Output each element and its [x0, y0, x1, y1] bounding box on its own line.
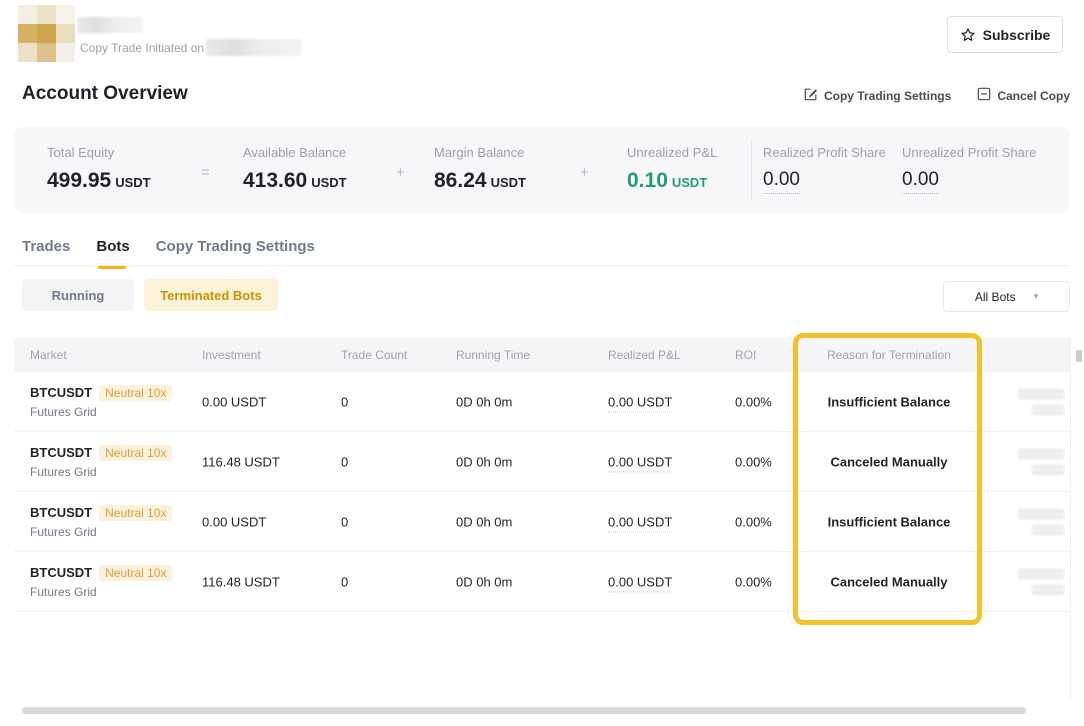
- trader-avatar: [18, 5, 75, 62]
- col-realized-pnl: Realized P&L: [608, 348, 681, 362]
- account-stats-bar: Total Equity 499.95USDT = Available Bala…: [14, 127, 1070, 213]
- horizontal-scrollbar[interactable]: [22, 707, 1026, 714]
- table-right-border: [1070, 338, 1071, 700]
- cancel-copy-link[interactable]: Cancel Copy: [977, 87, 1070, 104]
- table-row: BTCUSDT Neutral 10x Futures Grid 116.48 …: [14, 552, 1070, 612]
- cut-off-content: [1076, 350, 1082, 362]
- market-cell: BTCUSDT Neutral 10x Futures Grid: [30, 505, 172, 539]
- table-row: BTCUSDT Neutral 10x Futures Grid 0.00 US…: [14, 372, 1070, 432]
- plus-operator: +: [396, 164, 405, 181]
- stat-available-balance: Available Balance 413.60USDT: [243, 145, 347, 193]
- leverage-badge: Neutral 10x: [99, 445, 172, 461]
- copy-trading-page: Copy Trade Initiated on Subscribe Accoun…: [0, 0, 1084, 726]
- leverage-badge: Neutral 10x: [99, 505, 172, 521]
- col-running-time: Running Time: [456, 348, 530, 362]
- row-actions-redacted[interactable]: [1018, 448, 1064, 475]
- page-title: Account Overview: [22, 83, 188, 105]
- overview-actions: Copy Trading Settings Cancel Copy: [804, 87, 1070, 104]
- stat-total-equity: Total Equity 499.95USDT: [47, 145, 151, 193]
- subscribe-label: Subscribe: [983, 27, 1051, 43]
- equals-operator: =: [201, 164, 210, 181]
- leverage-badge: Neutral 10x: [99, 565, 172, 581]
- subscribe-button[interactable]: Subscribe: [947, 16, 1063, 53]
- market-cell: BTCUSDT Neutral 10x Futures Grid: [30, 385, 172, 419]
- col-market: Market: [30, 348, 67, 362]
- table-header: Market Investment Trade Count Running Ti…: [14, 338, 1070, 372]
- running-filter-button[interactable]: Running: [22, 279, 134, 311]
- terminated-bots-table: Market Investment Trade Count Running Ti…: [14, 338, 1070, 612]
- row-actions-redacted[interactable]: [1018, 388, 1064, 415]
- stat-realized-profit-share: Realized Profit Share 0.00: [763, 145, 886, 194]
- bots-filter-dropdown[interactable]: All Bots ▾: [943, 281, 1070, 312]
- termination-reason: Canceled Manually: [794, 454, 984, 469]
- market-cell: BTCUSDT Neutral 10x Futures Grid: [30, 565, 172, 599]
- minus-square-icon: [977, 87, 991, 104]
- star-icon: [960, 27, 976, 43]
- initiated-date-redacted: [206, 39, 302, 56]
- termination-reason: Insufficient Balance: [794, 394, 984, 409]
- table-row: BTCUSDT Neutral 10x Futures Grid 116.48 …: [14, 432, 1070, 492]
- col-roi: ROI: [735, 348, 756, 362]
- row-actions-redacted[interactable]: [1018, 508, 1064, 535]
- stats-divider: [751, 140, 752, 200]
- trader-name-redacted: [77, 17, 143, 33]
- termination-reason: Insufficient Balance: [794, 514, 984, 529]
- chevron-down-icon: ▾: [1034, 291, 1039, 302]
- stat-unrealized-pnl: Unrealized P&L 0.10USDT: [627, 145, 717, 193]
- stat-margin-balance: Margin Balance 86.24USDT: [434, 145, 526, 193]
- copy-trading-settings-link[interactable]: Copy Trading Settings: [804, 87, 951, 104]
- col-trade-count: Trade Count: [341, 348, 407, 362]
- stat-unrealized-profit-share: Unrealized Profit Share 0.00: [902, 145, 1036, 194]
- terminated-bots-filter-button[interactable]: Terminated Bots: [144, 279, 278, 311]
- row-actions-redacted[interactable]: [1018, 568, 1064, 595]
- plus-operator: +: [580, 164, 589, 181]
- leverage-badge: Neutral 10x: [99, 385, 172, 401]
- col-investment: Investment: [202, 348, 261, 362]
- table-row: BTCUSDT Neutral 10x Futures Grid 0.00 US…: [14, 492, 1070, 552]
- tabs-divider: [14, 265, 1070, 266]
- edit-icon: [804, 87, 818, 104]
- col-reason: Reason for Termination: [794, 348, 984, 362]
- termination-reason: Canceled Manually: [794, 574, 984, 589]
- copy-trade-initiated-label: Copy Trade Initiated on: [80, 41, 204, 55]
- market-cell: BTCUSDT Neutral 10x Futures Grid: [30, 445, 172, 479]
